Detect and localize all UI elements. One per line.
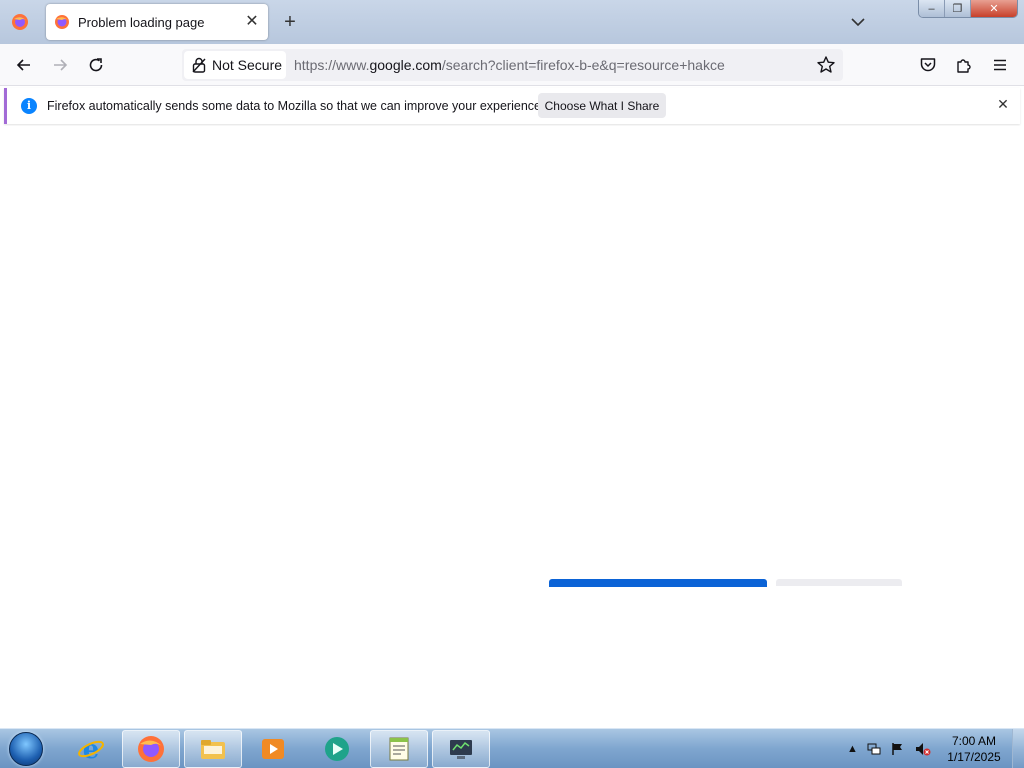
page-content [0, 126, 1024, 728]
folder-icon [201, 740, 225, 759]
media-player-icon [262, 739, 284, 759]
show-hidden-icons-button[interactable]: ▲ [847, 743, 858, 755]
maximize-button[interactable]: ❐ [945, 0, 971, 17]
tab-title: Problem loading page [78, 14, 205, 30]
network-icon[interactable] [866, 741, 882, 757]
action-center-flag-icon[interactable] [890, 741, 906, 757]
info-icon: i [21, 98, 37, 114]
list-all-tabs-icon[interactable] [848, 12, 868, 32]
tab-strip: Problem loading page ✕ + – ❐ ✕ [0, 0, 1024, 44]
notepad-icon [389, 737, 409, 761]
insecure-lock-icon [192, 57, 206, 73]
volume-muted-icon[interactable] [914, 741, 932, 757]
reload-button[interactable] [84, 53, 108, 77]
notification-close-icon[interactable]: ✕ [995, 96, 1011, 112]
data-collection-notification: i Firefox automatically sends some data … [4, 88, 1020, 124]
notepad-taskbar-button[interactable] [370, 730, 428, 768]
url-prefix: https://www. [294, 57, 370, 73]
tab-close-icon[interactable]: ✕ [244, 14, 260, 30]
game-taskbar-button[interactable] [308, 730, 366, 768]
puzzle-icon [957, 59, 971, 73]
url-host: google.com [369, 57, 442, 73]
url-bar[interactable]: Not Secure https://www.google.com/search… [182, 49, 843, 81]
firefox-taskbar-button[interactable] [122, 730, 180, 768]
forward-arrow-icon [54, 59, 68, 71]
show-desktop-button[interactable] [1012, 729, 1024, 768]
secondary-button-partial[interactable] [776, 579, 902, 586]
clock-date: 1/17/2025 [947, 750, 1001, 764]
navigation-toolbar: Not Secure https://www.google.com/search… [0, 44, 1024, 86]
window-controls: – ❐ ✕ [918, 0, 1018, 18]
minimize-button[interactable]: – [919, 0, 945, 17]
pocket-icon [920, 58, 936, 72]
back-arrow-icon [16, 59, 30, 71]
close-window-button[interactable]: ✕ [971, 0, 1017, 17]
back-button[interactable] [12, 53, 36, 77]
notification-message: Firefox automatically sends some data to… [47, 99, 545, 113]
firefox-icon [138, 736, 164, 762]
tab-problem-loading[interactable]: Problem loading page ✕ [46, 4, 268, 40]
pocket-button[interactable] [916, 53, 940, 77]
site-security-indicator[interactable]: Not Secure [184, 51, 286, 79]
firefox-tab-icon [55, 15, 69, 29]
choose-what-i-share-button[interactable]: Choose What I Share [538, 93, 666, 118]
not-secure-label: Not Secure [212, 57, 283, 73]
start-button[interactable] [4, 730, 48, 768]
media-player-taskbar-button[interactable] [244, 730, 302, 768]
forward-button[interactable] [48, 53, 72, 77]
notification-area: ▲ [843, 735, 943, 763]
system-tool-taskbar-button[interactable] [432, 730, 490, 768]
reload-icon [89, 58, 103, 72]
game-icon [325, 737, 349, 761]
app-menu-button[interactable] [988, 53, 1012, 77]
primary-button-partial[interactable] [549, 579, 767, 587]
clock-time: 7:00 AM [951, 734, 997, 748]
new-tab-button[interactable]: + [280, 12, 300, 32]
system-clock[interactable]: 7:00 AM 1/17/2025 [940, 733, 1008, 765]
internet-explorer-taskbar-button[interactable]: e [62, 730, 120, 768]
extensions-button[interactable] [952, 53, 976, 77]
file-explorer-taskbar-button[interactable] [184, 730, 242, 768]
computer-monitor-icon [450, 740, 472, 759]
url-text[interactable]: https://www.google.com/search?client=fir… [294, 57, 725, 73]
firefox-view-icon[interactable] [6, 8, 34, 36]
hamburger-icon [994, 59, 1006, 71]
svg-text:e: e [83, 735, 100, 764]
bookmark-star-icon[interactable] [816, 55, 836, 75]
windows-taskbar: e ▲ 7:00 AM 1/17/2025 [0, 728, 1024, 768]
windows-orb-icon [9, 732, 43, 766]
url-path: /search?client=firefox-b-e&q=resource+ha… [441, 57, 725, 73]
internet-explorer-icon: e [78, 735, 104, 764]
